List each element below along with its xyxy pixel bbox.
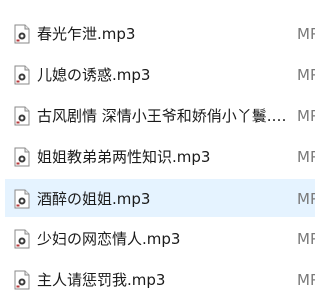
file-name: 姐姐教弟弟两性知识.mp3: [37, 148, 211, 166]
file-row[interactable]: 少妇の网恋情人.mp3 MP3: [5, 220, 315, 258]
file-type: MP3: [297, 148, 315, 166]
audio-file-icon: [14, 270, 30, 290]
audio-file-icon: [14, 229, 30, 249]
file-type: MP3: [297, 66, 315, 84]
file-row-selected[interactable]: 酒醉の姐姐.mp3 MP3: [5, 179, 315, 217]
file-type: MP3: [297, 271, 315, 289]
audio-file-icon: [14, 147, 30, 167]
file-type: MP3: [297, 190, 315, 208]
file-list: 春光乍泄.mp3 MP3 儿媳の诱惑.mp3 MP3 古风剧情: [0, 0, 315, 301]
file-name: 古风剧情 深情小王爷和娇俏小丫鬟.mp3: [37, 107, 287, 125]
file-name: 主人请惩罚我.mp3: [37, 271, 166, 289]
file-row[interactable]: 春光乍泄.mp3 MP3: [5, 15, 315, 53]
audio-file-icon: [14, 24, 30, 44]
file-name: 儿媳の诱惑.mp3: [37, 66, 151, 84]
file-name: 酒醉の姐姐.mp3: [37, 190, 151, 208]
audio-file-icon: [14, 65, 30, 85]
file-name: 少妇の网恋情人.mp3: [37, 230, 181, 248]
file-type: MP3: [297, 25, 315, 43]
file-row[interactable]: 姐姐教弟弟两性知识.mp3 MP3: [5, 138, 315, 176]
audio-file-icon: [14, 189, 30, 209]
file-row[interactable]: 儿媳の诱惑.mp3 MP3: [5, 56, 315, 94]
file-type: MP3: [297, 230, 315, 248]
file-row[interactable]: 主人请惩罚我.mp3 MP3: [5, 261, 315, 299]
file-row[interactable]: 古风剧情 深情小王爷和娇俏小丫鬟.mp3 MP3: [5, 97, 315, 135]
file-type: MP3: [297, 107, 315, 125]
file-name: 春光乍泄.mp3: [37, 25, 136, 43]
audio-file-icon: [14, 106, 30, 126]
